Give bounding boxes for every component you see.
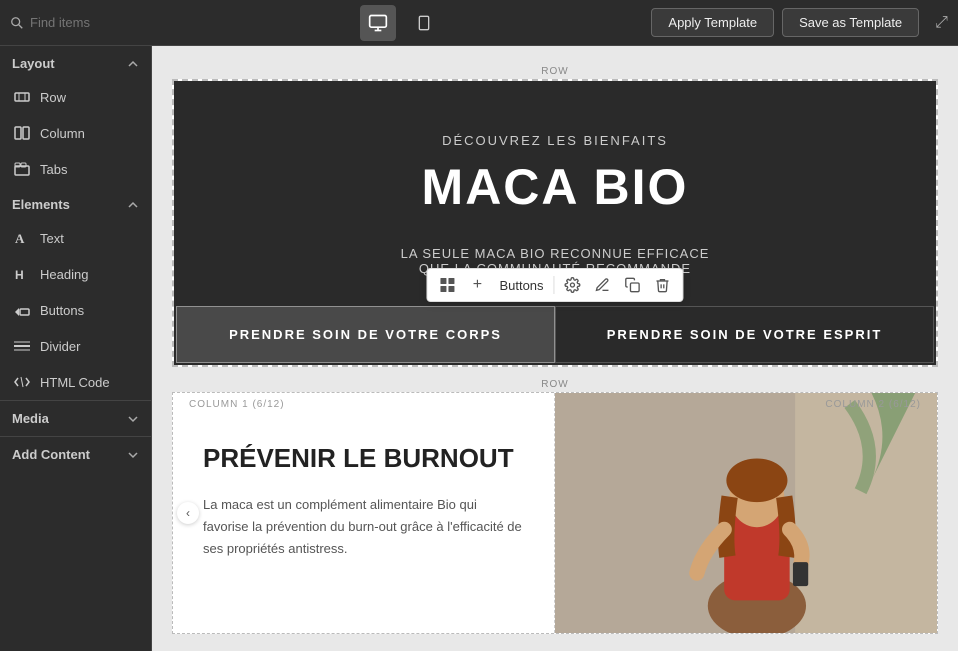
divider-sidebar-label: Divider bbox=[40, 339, 80, 354]
search-area[interactable] bbox=[10, 15, 150, 30]
heading-sidebar-label: Heading bbox=[40, 267, 88, 282]
sidebar-item-html-code[interactable]: HTML Code bbox=[0, 364, 151, 400]
sidebar-item-divider[interactable]: Divider bbox=[0, 328, 151, 364]
toolbar-grid-icon[interactable] bbox=[435, 273, 459, 297]
hero-buttons-container: PRENDRE SOIN DE VOTRE CORPS PRENDRE SOIN… bbox=[176, 306, 934, 363]
media-section-header[interactable]: Media bbox=[0, 400, 151, 436]
text-sidebar-label: Text bbox=[40, 231, 64, 246]
svg-text:H: H bbox=[15, 268, 24, 282]
row-icon bbox=[14, 89, 30, 105]
collapse-icon-2 bbox=[127, 199, 139, 211]
tabs-icon bbox=[14, 161, 30, 177]
toolbar-delete-icon[interactable] bbox=[651, 273, 675, 297]
html-code-sidebar-label: HTML Code bbox=[40, 375, 110, 390]
hero-button-spirit[interactable]: PRENDRE SOIN DE VOTRE ESPRIT bbox=[555, 306, 934, 363]
col2-label: COLUMN 2 (6/12) bbox=[825, 399, 921, 410]
top-bar: Apply Template Save as Template ⤢ bbox=[0, 0, 958, 46]
heading-icon: H bbox=[14, 266, 30, 282]
sidebar: Layout Row Column bbox=[0, 46, 152, 651]
save-template-button[interactable]: Save as Template bbox=[782, 8, 919, 37]
buttons-icon bbox=[14, 302, 30, 318]
row-label-2: ROW bbox=[172, 379, 938, 390]
column-label: Column bbox=[40, 126, 85, 141]
chevron-down-icon-2 bbox=[127, 449, 139, 461]
content-image bbox=[555, 393, 937, 633]
chevron-down-icon bbox=[127, 413, 139, 425]
apply-template-button[interactable]: Apply Template bbox=[651, 8, 774, 37]
html-code-icon bbox=[14, 374, 30, 390]
template-buttons: Apply Template Save as Template ⤢ bbox=[651, 8, 948, 37]
search-icon bbox=[10, 16, 24, 30]
hero-title: MACA BIO bbox=[216, 158, 894, 216]
col1-label: COLUMN 1 (6/12) bbox=[189, 399, 285, 410]
elements-section-header[interactable]: Elements bbox=[0, 187, 151, 220]
layout-section-header[interactable]: Layout bbox=[0, 46, 151, 79]
toolbar-copy-icon[interactable] bbox=[621, 273, 645, 297]
search-input[interactable] bbox=[30, 15, 150, 30]
toolbar-separator-1 bbox=[554, 276, 555, 294]
tabs-label: Tabs bbox=[40, 162, 67, 177]
divider-icon bbox=[14, 338, 30, 354]
column-icon bbox=[14, 125, 30, 141]
floating-toolbar: + Buttons bbox=[426, 268, 683, 302]
hero-description-1: LA SEULE MACA BIO RECONNUE EFFICACE bbox=[216, 246, 894, 261]
content-column-2 bbox=[555, 393, 937, 633]
buttons-row-wrapper: + Buttons bbox=[176, 306, 934, 363]
content-title: PRÉVENIR LE BURNOUT bbox=[203, 443, 524, 474]
toolbar-settings-icon[interactable] bbox=[561, 273, 585, 297]
collapse-icon bbox=[127, 58, 139, 70]
hero-subtitle: DÉCOUVREZ LES BIENFAITS bbox=[216, 133, 894, 148]
toolbar-element-label: Buttons bbox=[495, 278, 547, 293]
buttons-sidebar-label: Buttons bbox=[40, 303, 84, 318]
add-content-section-header[interactable]: Add Content bbox=[0, 436, 151, 472]
canvas-area: ROW DÉCOUVREZ LES BIENFAITS MACA BIO LA … bbox=[152, 46, 958, 651]
content-column-1: PRÉVENIR LE BURNOUT La maca est un compl… bbox=[173, 393, 555, 633]
sidebar-item-buttons[interactable]: Buttons bbox=[0, 292, 151, 328]
svg-text:A: A bbox=[15, 231, 25, 246]
sidebar-item-column[interactable]: Column bbox=[0, 115, 151, 151]
sidebar-item-text[interactable]: A Text bbox=[0, 220, 151, 256]
text-icon: A bbox=[14, 230, 30, 246]
toolbar-add-icon[interactable]: + bbox=[465, 273, 489, 297]
expand-icon[interactable]: ⤢ bbox=[935, 14, 948, 32]
content-text: La maca est un complément alimentaire Bi… bbox=[203, 494, 524, 560]
left-arrow-button[interactable]: ‹ bbox=[177, 502, 199, 524]
sidebar-item-heading[interactable]: H Heading bbox=[0, 256, 151, 292]
row-label: Row bbox=[40, 90, 66, 105]
row-label-1: ROW bbox=[172, 66, 938, 77]
hero-section: DÉCOUVREZ LES BIENFAITS MACA BIO LA SEUL… bbox=[174, 81, 936, 365]
mobile-view-button[interactable] bbox=[406, 5, 442, 41]
second-row-wrapper: ROW COLUMN 1 (6/12) COLUMN 2 (6/12) ‹ PR… bbox=[172, 379, 938, 634]
hero-button-body[interactable]: PRENDRE SOIN DE VOTRE CORPS bbox=[176, 306, 555, 363]
sidebar-item-row[interactable]: Row bbox=[0, 79, 151, 115]
main-layout: Layout Row Column bbox=[0, 46, 958, 651]
sidebar-item-tabs[interactable]: Tabs bbox=[0, 151, 151, 187]
toolbar-style-icon[interactable] bbox=[591, 273, 615, 297]
desktop-view-button[interactable] bbox=[360, 5, 396, 41]
device-switcher bbox=[360, 5, 442, 41]
